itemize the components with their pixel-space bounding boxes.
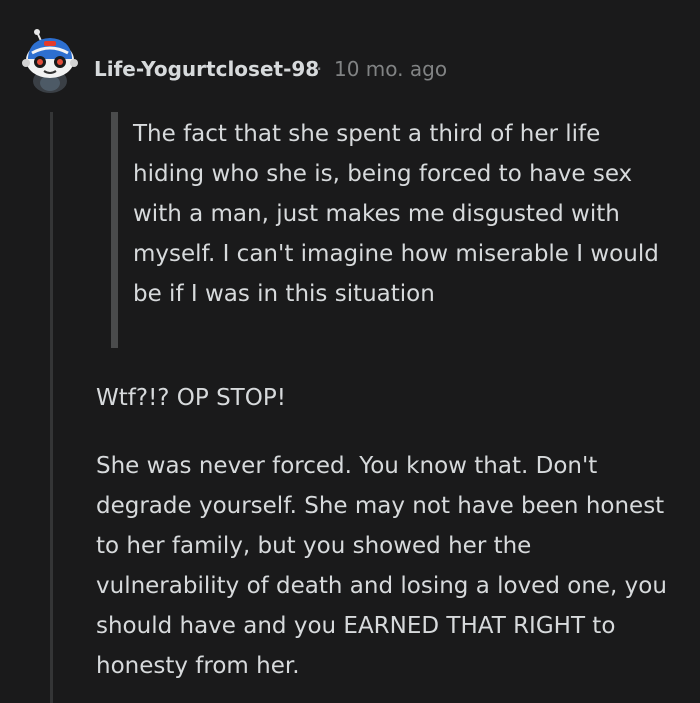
user-avatar[interactable] [20, 29, 80, 93]
blockquote: The fact that she spent a third of her l… [111, 112, 671, 348]
comment: Life-Yogurtcloset-98 · 10 mo. ago The fa… [0, 0, 700, 703]
username-link[interactable]: Life-Yogurtcloset-98 [94, 57, 319, 81]
comment-timestamp[interactable]: 10 mo. ago [334, 57, 447, 81]
blockquote-text: The fact that she spent a third of her l… [133, 121, 659, 307]
meta-separator: · [316, 57, 323, 81]
thread-collapse-line[interactable] [50, 112, 53, 703]
snoo-avatar-icon [22, 29, 78, 93]
comment-paragraph-1: Wtf?!? OP STOP! [96, 385, 286, 411]
comment-paragraph-2: She was never forced. You know that. Don… [96, 453, 667, 679]
comment-header: Life-Yogurtcloset-98 · 10 mo. ago [20, 29, 680, 107]
blockquote-bar [111, 112, 118, 348]
